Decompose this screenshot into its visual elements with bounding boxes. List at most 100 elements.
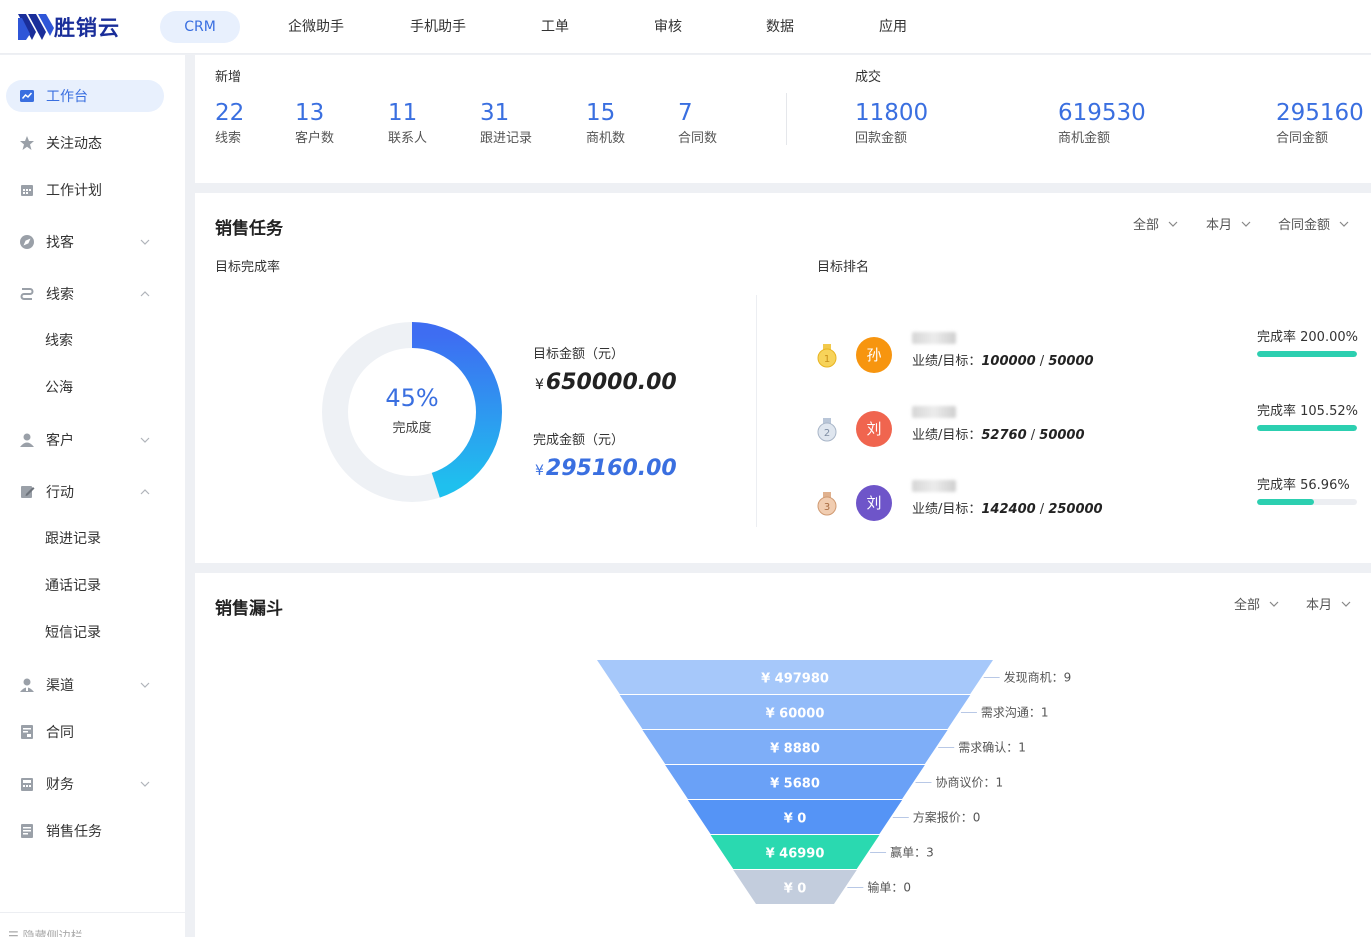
- filter-metric-select[interactable]: 合同金额: [1278, 214, 1350, 233]
- ranking-row[interactable]: 2 刘 业绩/目标：52760 / 50000 完成率 105.52%: [816, 400, 1358, 460]
- stat-follow-ups[interactable]: 31 跟进记录: [480, 99, 532, 146]
- funnel-stage-value: ¥ 5680: [770, 777, 820, 792]
- stat-value: 295160: [1276, 100, 1364, 126]
- star-icon: [19, 135, 35, 151]
- svg-text:3: 3: [824, 502, 830, 513]
- funnel-stage-value: ¥ 8880: [770, 742, 820, 757]
- stat-contacts[interactable]: 11 联系人: [388, 99, 427, 146]
- funnel-stage-label: 需求沟通：1: [981, 706, 1049, 720]
- funnel-stage-label: 方案报价：0: [913, 810, 981, 825]
- stat-label: 联系人: [388, 131, 428, 146]
- performance-text: 业绩/目标：52760 / 50000: [912, 428, 1085, 443]
- stat-label: 合同数: [678, 131, 718, 146]
- avatar: 刘: [856, 485, 892, 521]
- chevron-down-icon: [140, 239, 150, 245]
- sidebar-item-label: 工作计划: [46, 183, 102, 199]
- target-amount-value: 650000.00: [545, 370, 677, 395]
- sidebar-subitem-public-pool[interactable]: 公海: [45, 378, 73, 398]
- stat-label: 合同金额: [1276, 131, 1329, 146]
- sidebar-item-label: 合同: [46, 725, 74, 741]
- stat-label: 商机数: [586, 131, 626, 146]
- completion-percent: 45%: [385, 384, 439, 412]
- sidebar-item-actions[interactable]: 行动: [6, 476, 164, 508]
- sidebar-item-label: 关注动态: [46, 136, 102, 152]
- sidebar-subitem-call-records[interactable]: 通话记录: [45, 576, 101, 596]
- logo[interactable]: 胜销云: [16, 9, 120, 45]
- funnel-stage-value: ¥ 46990: [766, 847, 825, 862]
- sidebar-item-finance[interactable]: 财务: [6, 768, 164, 800]
- sidebar-item-sales-tasks[interactable]: 销售任务: [6, 815, 164, 847]
- sidebar-item-find-customers[interactable]: 找客: [6, 226, 164, 258]
- progress-fill: [1257, 425, 1357, 431]
- stat-contract-amount[interactable]: 295160 合同金额: [1276, 99, 1364, 146]
- sidebar-item-label: 找客: [46, 235, 74, 251]
- sidebar-item-customers[interactable]: 客户: [6, 424, 164, 456]
- top-bar: 胜销云 CRM 企微助手 手机助手 工单 审核 数据 应用: [0, 0, 1371, 54]
- bronze-medal-icon: 3: [817, 492, 837, 516]
- blurred-name: [912, 406, 956, 418]
- edit-icon: [19, 484, 35, 500]
- stat-contracts[interactable]: 7 合同数: [678, 99, 717, 146]
- stat-value: 11: [388, 100, 418, 126]
- filter-scope-select[interactable]: 全部: [1133, 214, 1179, 233]
- sidebar-subitem-sms-records[interactable]: 短信记录: [45, 623, 101, 643]
- task-divider: [756, 295, 757, 527]
- nav-data[interactable]: 数据: [766, 11, 794, 43]
- filter-period-select[interactable]: 本月: [1206, 214, 1252, 233]
- chevron-up-icon: [140, 291, 150, 297]
- chevron-down-icon: [1168, 221, 1178, 227]
- sidebar-item-contracts[interactable]: 合同: [6, 716, 164, 748]
- stat-payment-amount[interactable]: 11800 回款金额: [855, 99, 928, 146]
- sidebar-item-work-plan[interactable]: 工作计划: [6, 174, 164, 206]
- stat-leads[interactable]: 22 线索: [215, 99, 244, 146]
- nav-crm[interactable]: CRM: [160, 11, 240, 43]
- avatar: 刘: [856, 411, 892, 447]
- funnel-stage-value: ¥ 0: [784, 812, 807, 827]
- sidebar-item-follow-feed[interactable]: 关注动态: [6, 127, 164, 159]
- stat-label: 回款金额: [855, 131, 908, 146]
- stat-value: 22: [215, 100, 245, 126]
- completion-progress-bar: [1257, 425, 1357, 431]
- performance-text: 业绩/目标：100000 / 50000: [912, 354, 1094, 369]
- performance-value: 142400: [981, 502, 1036, 517]
- sidebar-item-channels[interactable]: 渠道: [6, 669, 164, 701]
- sidebar-item-leads[interactable]: 线索: [6, 278, 164, 310]
- target-value: 50000: [1048, 354, 1094, 369]
- silver-medal-icon: 2: [817, 418, 837, 442]
- ranking-row[interactable]: 3 刘 业绩/目标：142400 / 250000 完成率 56.96%: [816, 474, 1357, 534]
- sidebar-scrollbar[interactable]: [185, 55, 195, 937]
- chevron-down-icon: [140, 781, 150, 787]
- stat-label: 跟进记录: [480, 131, 533, 146]
- chevron-down-icon: [1339, 221, 1349, 227]
- sidebar-item-label: 行动: [46, 485, 74, 501]
- sidebar-subitem-leads[interactable]: 线索: [45, 331, 73, 351]
- nav-work-order[interactable]: 工单: [541, 11, 569, 43]
- new-section-label: 新增: [215, 70, 242, 85]
- hide-sidebar-toggle[interactable]: ☰ 隐藏侧边栏: [0, 912, 185, 937]
- stat-opportunities[interactable]: 15 商机数: [586, 99, 625, 146]
- svg-text:1: 1: [824, 354, 830, 365]
- ranking-row[interactable]: 1 孙 业绩/目标：100000 / 50000 完成率 200.00%: [816, 326, 1358, 386]
- agent-icon: [19, 677, 35, 693]
- stat-label: 客户数: [295, 131, 335, 146]
- nav-apps[interactable]: 应用: [879, 11, 907, 43]
- stat-value: 13: [295, 100, 325, 126]
- sidebar-subitem-follow-up-records[interactable]: 跟进记录: [45, 529, 101, 549]
- progress-fill: [1257, 499, 1314, 505]
- funnel-stage-label: 协商议价：1: [936, 775, 1004, 790]
- sidebar-item-workbench[interactable]: 工作台: [6, 80, 164, 112]
- stat-label: 线索: [215, 131, 242, 146]
- funnel-stage-value: ¥ 497980: [761, 672, 829, 687]
- sidebar-item-label: 渠道: [46, 678, 74, 694]
- nav-review[interactable]: 审核: [654, 11, 682, 43]
- avatar: 孙: [856, 337, 892, 373]
- nav-phone-assistant[interactable]: 手机助手: [410, 11, 466, 43]
- sidebar-item-label: 财务: [46, 777, 74, 793]
- stat-opportunity-amount[interactable]: 619530 商机金额: [1058, 99, 1146, 146]
- chevron-down-icon: [140, 437, 150, 443]
- completion-rate-label: 目标完成率: [215, 260, 281, 275]
- nav-wecom-assistant[interactable]: 企微助手: [288, 11, 344, 43]
- stat-customers[interactable]: 13 客户数: [295, 99, 334, 146]
- completion-subtitle: 完成度: [392, 421, 432, 436]
- performance-text: 业绩/目标：142400 / 250000: [912, 502, 1103, 517]
